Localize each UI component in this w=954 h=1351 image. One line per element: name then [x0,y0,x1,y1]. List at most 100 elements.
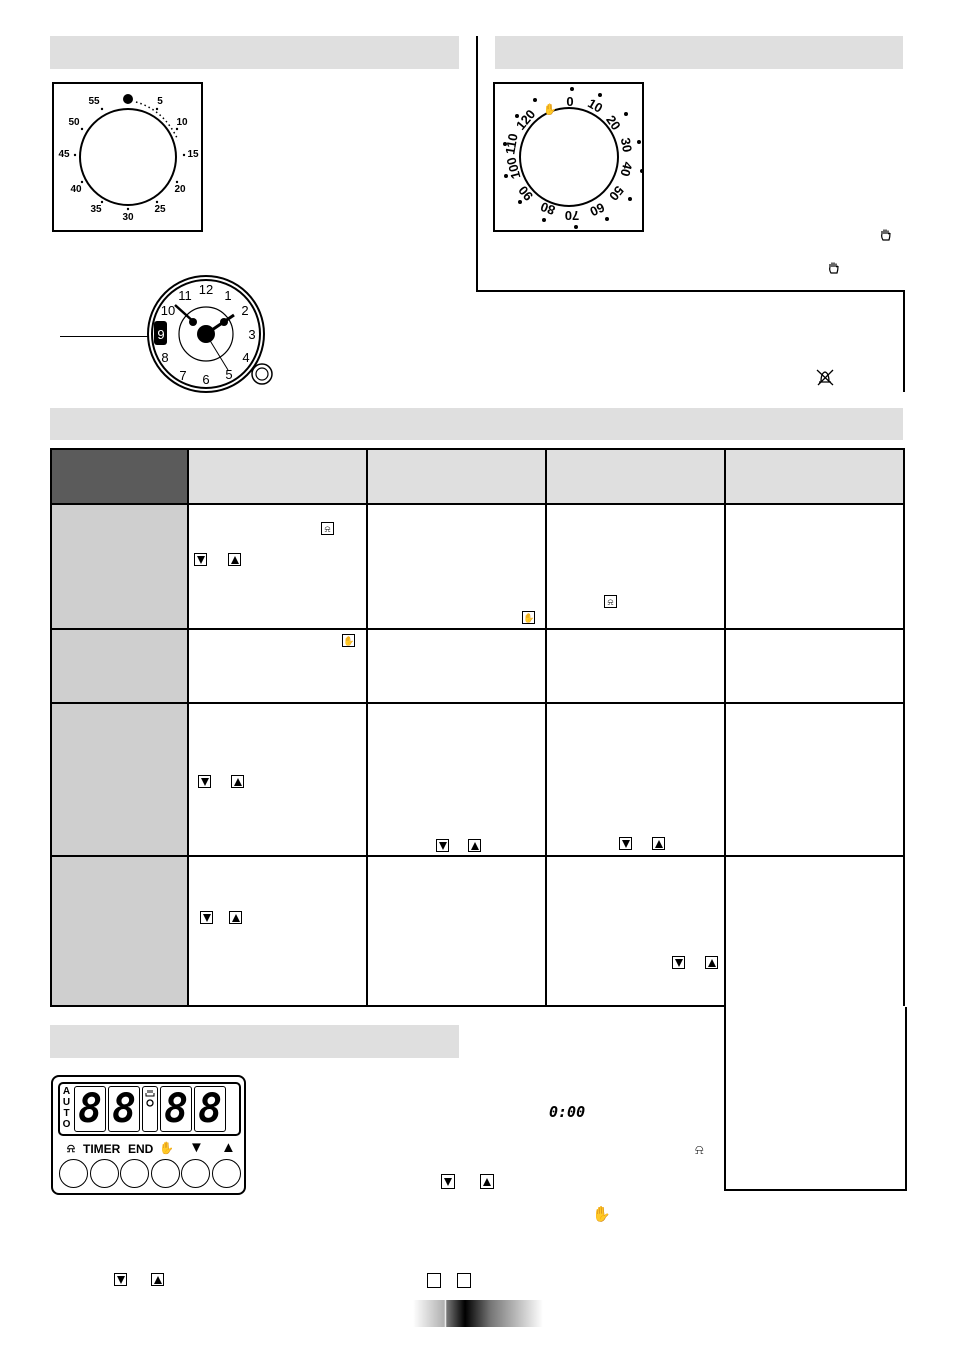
time-readout: 0:00 [549,1103,586,1121]
dial-label: 5 [157,96,163,107]
analog-clock: 12 1 2 3 4 5 6 7 8 9 10 11 [147,275,273,393]
dial-label: 50 [68,117,80,128]
down-arrow-key [672,956,685,969]
table-header-row [50,448,905,505]
table-row [50,702,905,857]
digit-display: 8 [74,1086,106,1132]
dial-label: 70 [565,208,579,223]
clock-numeral: 2 [241,303,248,318]
section-bar-timer-dial [495,36,903,69]
table-row-header [50,503,189,630]
page-gradient-tab [413,1300,543,1327]
button-labels: ⍾ TIMER END ✋ ▼ ▲ [67,1139,242,1157]
table-cell [366,702,547,857]
callout-line [60,336,152,337]
digit-display: 8 [160,1086,192,1132]
up-arrow-icon: ▲ [221,1139,236,1156]
down-arrow-key [436,839,449,852]
hand-icon [881,229,891,241]
section-bar-programmer-table [50,408,903,440]
up-arrow-key [705,956,718,969]
up-arrow-key [480,1174,494,1189]
table-row: ✋ [50,628,905,704]
bell-key-icon: ⍾ [321,522,334,535]
dial-label: 45 [58,149,70,160]
cooking-timer-dial: 0 10 20 30 40 50 60 70 80 90 100 110 120… [493,82,644,232]
programmer-display-panel: A U T O 8 8 8 8 ⍾ TIMER END ✋ ▼ ▲ [51,1075,246,1195]
down-arrow-key [441,1174,455,1189]
pointer-dot [123,94,133,104]
box-border-left [476,36,478,292]
timer-label: TIMER [83,1142,121,1156]
table-column-header [545,448,726,505]
table-cell [545,855,726,1007]
auto-letter: O [62,1119,71,1130]
down-button[interactable] [181,1159,210,1188]
down-arrow-key [198,775,211,788]
table-cell [187,702,368,857]
table-cell: ✋ [366,503,547,630]
clock-numeral: 7 [179,368,186,383]
empty-key-box [457,1273,471,1288]
clock-numeral-highlighted: 9 [157,327,164,342]
dial-label: 20 [174,184,186,195]
clock-numeral: 12 [199,282,213,297]
timer-button[interactable] [90,1159,119,1188]
end-button[interactable] [120,1159,149,1188]
table-column-header [366,448,547,505]
table-cell [366,855,547,1007]
dial-label: 10 [176,117,188,128]
table-cell [724,628,905,704]
table-cell [366,628,547,704]
table-cell: ⍾ [545,503,726,630]
programmer-table: ⍾ ✋ ⍾ ✋ [50,448,905,1007]
up-button[interactable] [212,1159,241,1188]
minute-minder-dial: 55 5 10 15 20 25 30 35 40 45 50 [52,82,203,232]
table-row-header [50,702,189,857]
clock-numeral: 8 [161,350,168,365]
hand-icon [829,262,839,274]
dial-label: 25 [154,204,166,215]
down-arrow-key [200,911,213,924]
dial-label: 30 [122,212,134,223]
up-arrow-key [468,839,481,852]
box-border-right [903,290,905,392]
hand-icon: ✋ [159,1141,174,1155]
display-window: A U T O 8 8 8 8 [58,1082,241,1136]
table-cell [545,702,726,857]
hand-icon: ✋ [543,103,557,116]
table-cell [545,628,726,704]
table-cell [724,855,905,1006]
auto-indicator: A U T O [62,1086,71,1130]
section-bar-electronic-programmer [50,1025,459,1058]
empty-key-box [427,1273,441,1288]
up-arrow-key [229,911,242,924]
dial-label: 35 [90,204,102,215]
up-arrow-key [151,1273,164,1286]
hand-key-icon: ✋ [342,634,355,647]
table-cell [724,702,905,857]
manual-button[interactable] [151,1159,180,1188]
clock-numeral: 3 [248,327,255,342]
table-row [50,855,905,1007]
auto-letter: A [62,1086,71,1097]
bell-button[interactable] [59,1159,88,1188]
down-arrow-key [194,553,207,566]
table-column-header [187,448,368,505]
table-row: ⍾ ✋ ⍾ [50,503,905,630]
down-arrow-key [619,837,632,850]
digit-display: 8 [194,1086,226,1132]
auto-letter: U [62,1097,71,1108]
up-arrow-key [228,553,241,566]
digit-display: 8 [108,1086,140,1132]
dial-label: 55 [88,96,100,107]
auto-letter: T [63,1108,70,1119]
dial-label: 15 [187,149,199,160]
table-cell: ⍾ [187,503,368,630]
bell-key-icon: ⍾ [604,595,617,608]
table-corner-cell [50,448,189,505]
clock-numeral: 1 [224,288,231,303]
clock-numeral: 6 [202,372,209,387]
clock-adjust-knob[interactable] [251,363,273,385]
dial-label: 0 [566,94,573,109]
